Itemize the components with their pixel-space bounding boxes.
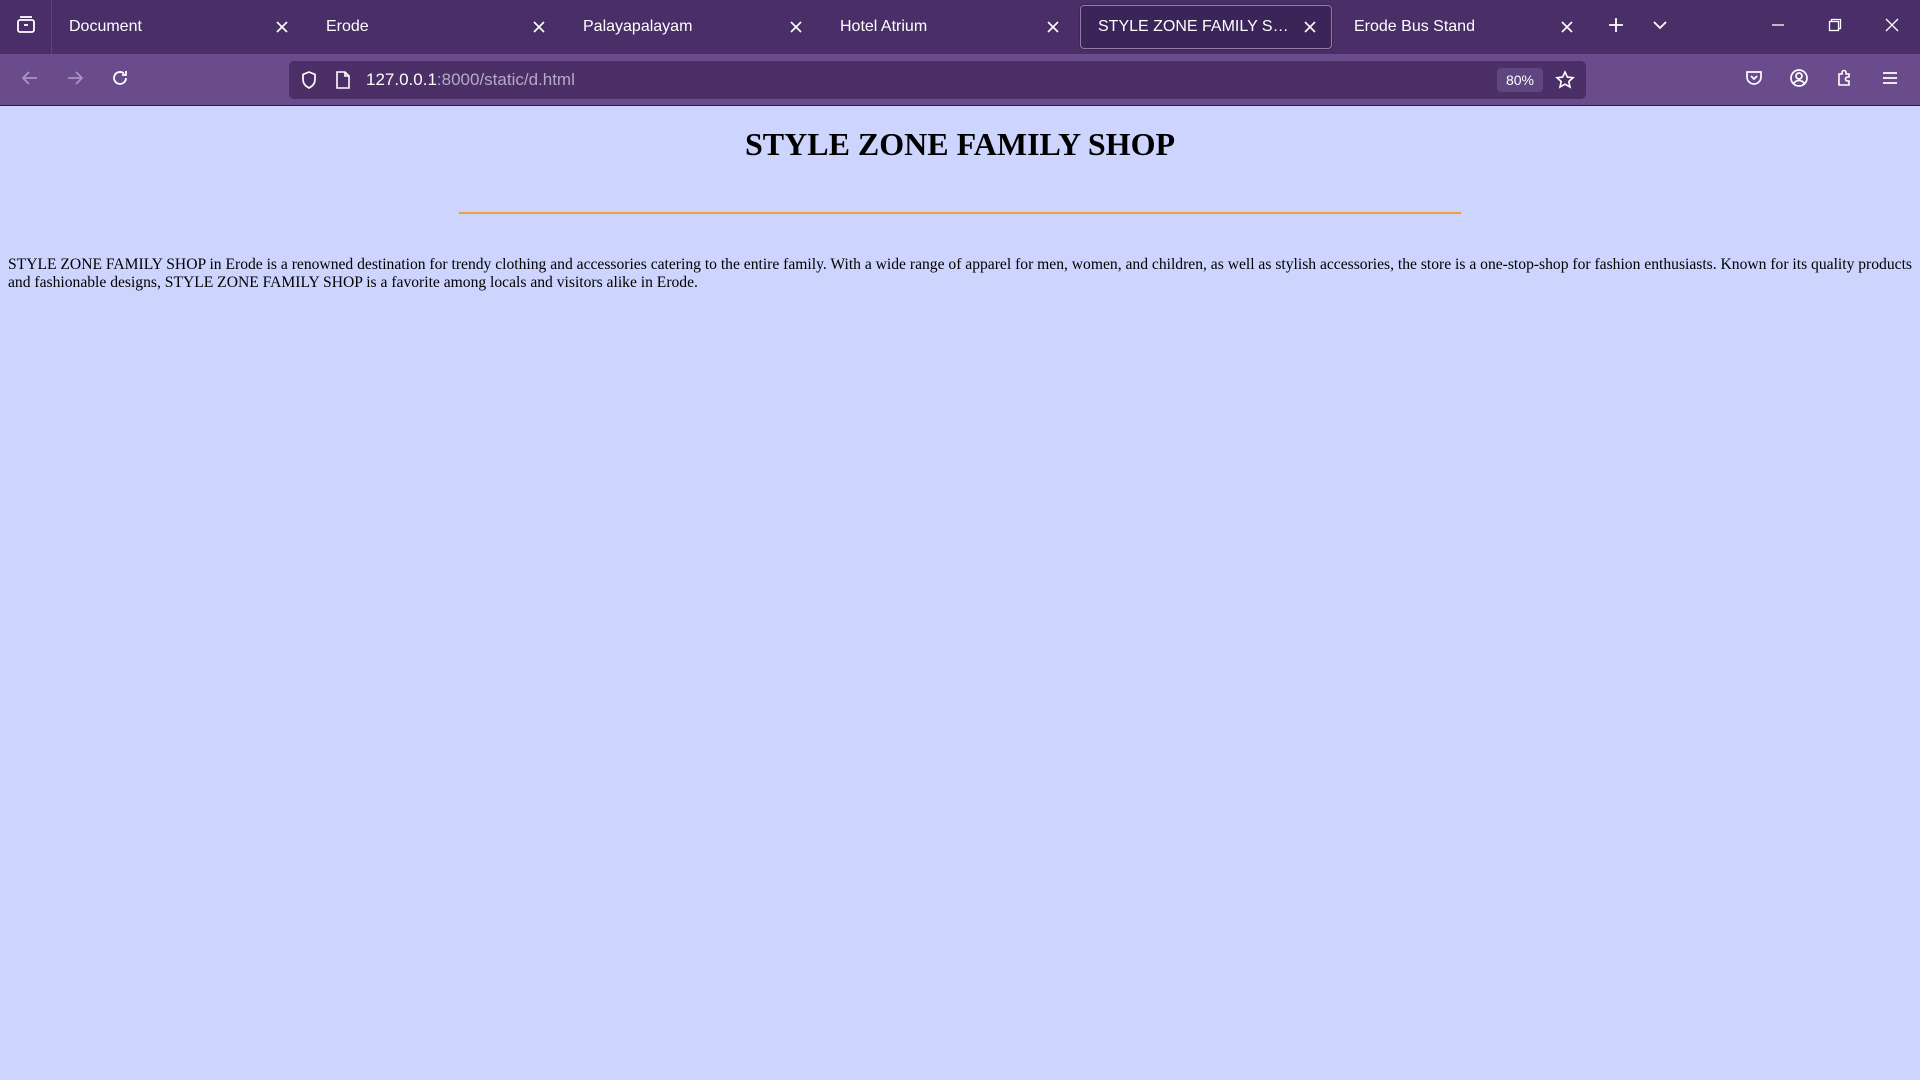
- tab-strip: Document Erode Palayapalayam Hotel Atriu…: [0, 0, 1920, 54]
- url-path: :8000/static/d.html: [436, 70, 575, 89]
- restore-icon: [1828, 18, 1842, 37]
- tab-label: Erode Bus Stand: [1354, 18, 1475, 35]
- tab-label: Document: [69, 18, 142, 35]
- close-icon[interactable]: [1298, 15, 1321, 39]
- tab-list: Document Erode Palayapalayam Hotel Atriu…: [52, 0, 1594, 54]
- tab-palayapalayam[interactable]: Palayapalayam: [566, 5, 818, 49]
- close-icon[interactable]: [527, 15, 551, 39]
- hamburger-icon: [1881, 69, 1899, 92]
- url-text[interactable]: 127.0.0.1:8000/static/d.html: [366, 70, 575, 90]
- minimize-icon: [1771, 18, 1785, 37]
- tab-erode-bus-stand[interactable]: Erode Bus Stand: [1337, 5, 1589, 49]
- tab-style-zone-family-shop[interactable]: STYLE ZONE FAMILY SHOP: [1080, 5, 1332, 49]
- minimize-button[interactable]: [1749, 0, 1806, 54]
- page-description: STYLE ZONE FAMILY SHOP in Erode is a ren…: [8, 256, 1912, 291]
- tab-label: Palayapalayam: [583, 18, 693, 35]
- arrow-left-icon: [20, 68, 40, 93]
- close-window-button[interactable]: [1863, 0, 1920, 54]
- star-icon[interactable]: [1553, 68, 1577, 92]
- pocket-icon: [1744, 68, 1764, 93]
- new-tab-button[interactable]: [1594, 5, 1638, 49]
- page-title: STYLE ZONE FAMILY SHOP: [744, 126, 1175, 162]
- pocket-button[interactable]: [1736, 62, 1772, 98]
- horizontal-rule: [459, 212, 1461, 214]
- app-menu-button[interactable]: [1872, 62, 1908, 98]
- arrow-right-icon: [65, 68, 85, 93]
- close-icon[interactable]: [784, 15, 808, 39]
- zoom-indicator[interactable]: 80%: [1497, 68, 1543, 92]
- window-controls: [1749, 0, 1920, 54]
- plus-icon: [1607, 16, 1625, 39]
- tab-document[interactable]: Document: [52, 5, 304, 49]
- browser-window: Document Erode Palayapalayam Hotel Atriu…: [0, 0, 1920, 1080]
- page-content: STYLE ZONE FAMILY SHOP STYLE ZONE FAMILY…: [0, 106, 1920, 1080]
- list-all-tabs-button[interactable]: [1638, 5, 1682, 49]
- tab-list-button[interactable]: [0, 0, 52, 54]
- page-icon[interactable]: [331, 68, 355, 92]
- account-button[interactable]: [1781, 62, 1817, 98]
- puzzle-icon: [1835, 68, 1855, 93]
- tab-hotel-atrium[interactable]: Hotel Atrium: [823, 5, 1075, 49]
- shield-icon[interactable]: [297, 68, 321, 92]
- restore-button[interactable]: [1806, 0, 1863, 54]
- close-icon[interactable]: [1041, 15, 1065, 39]
- url-host: 127.0.0.1: [366, 70, 437, 89]
- address-bar[interactable]: 127.0.0.1:8000/static/d.html 80%: [289, 61, 1586, 99]
- reload-button[interactable]: [102, 62, 138, 98]
- back-button[interactable]: [12, 62, 48, 98]
- close-icon[interactable]: [1555, 15, 1579, 39]
- close-icon: [1885, 18, 1899, 37]
- tab-label: Hotel Atrium: [840, 18, 928, 35]
- forward-button[interactable]: [57, 62, 93, 98]
- tab-label: STYLE ZONE FAMILY SHOP: [1098, 18, 1299, 35]
- account-icon: [1789, 68, 1809, 93]
- tab-erode[interactable]: Erode: [309, 5, 561, 49]
- tab-label: Erode: [326, 18, 369, 35]
- navigation-toolbar: 127.0.0.1:8000/static/d.html 80%: [0, 54, 1920, 106]
- chevron-down-icon: [1651, 16, 1669, 39]
- tab-list-icon: [15, 14, 37, 41]
- close-icon[interactable]: [270, 15, 294, 39]
- reload-icon: [110, 68, 130, 93]
- extensions-button[interactable]: [1827, 62, 1863, 98]
